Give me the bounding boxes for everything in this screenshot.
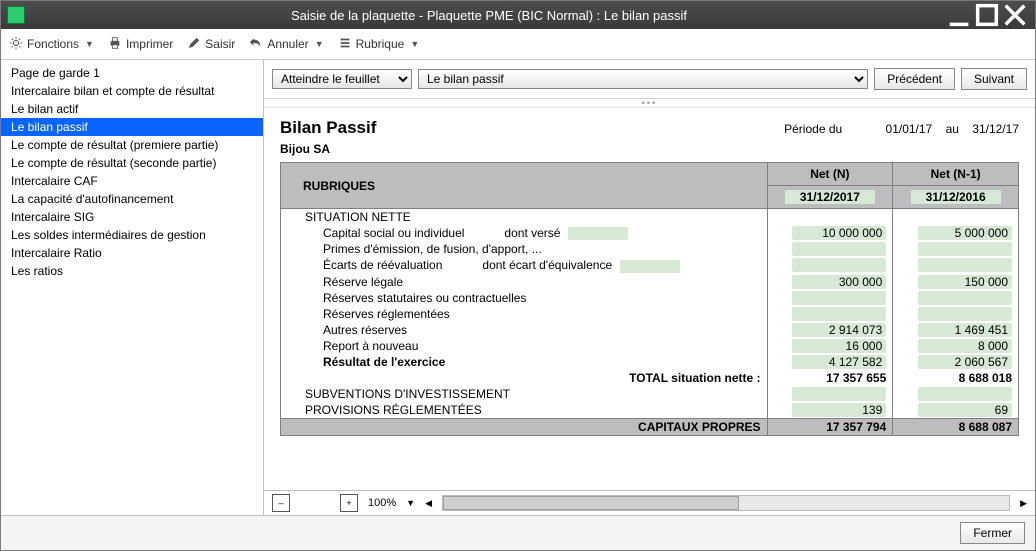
report-title: Bilan Passif (280, 118, 376, 138)
chevron-down-icon: ▼ (315, 39, 324, 49)
minimize-button[interactable] (945, 5, 973, 25)
table-row: PROVISIONS RÉGLEMENTÉES13969 (281, 402, 1019, 419)
document-viewport[interactable]: Bilan Passif Période du 01/01/17 au 31/1… (264, 108, 1035, 490)
table-row: SUBVENTIONS D'INVESTISSEMENT (281, 386, 1019, 402)
chevron-down-icon: ▼ (85, 39, 94, 49)
report-table: RUBRIQUES Net (N) Net (N-1) 31/12/2017 3… (280, 162, 1019, 436)
toolbar-fonctions-label: Fonctions (27, 37, 79, 51)
horizontal-scrollbar[interactable] (442, 495, 1010, 511)
undo-icon (249, 36, 263, 53)
table-row: Écarts de réévaluationdont écart d'équiv… (281, 257, 1019, 273)
zoom-in-icon[interactable]: + (340, 494, 358, 512)
sidebar-item[interactable]: Les soldes intermédiaires de gestion (1, 226, 263, 244)
toolbar-saisir[interactable]: Saisir (187, 36, 235, 53)
current-sheet-select[interactable]: Le bilan passif (418, 69, 868, 89)
table-row: Réserve légale300 000150 000 (281, 274, 1019, 290)
sidebar-item[interactable]: Intercalaire Ratio (1, 244, 263, 262)
goto-sheet-select[interactable]: Atteindre le feuillet (272, 69, 412, 89)
table-row: CAPITAUX PROPRES17 357 7948 688 087 (281, 418, 1019, 435)
sidebar-item[interactable]: Le bilan actif (1, 100, 263, 118)
next-button[interactable]: Suivant (961, 68, 1027, 90)
status-bar: – + 100% ▼ ◀ ▶ (264, 490, 1035, 515)
sidebar-item[interactable]: Intercalaire bilan et compte de résultat (1, 82, 263, 100)
maximize-button[interactable] (973, 5, 1001, 25)
close-button[interactable] (1001, 5, 1029, 25)
toolbar-fonctions[interactable]: Fonctions ▼ (9, 36, 94, 53)
sidebar[interactable]: Page de garde 1Intercalaire bilan et com… (1, 60, 264, 515)
table-row: Primes d'émission, de fusion, d'apport, … (281, 241, 1019, 257)
zoom-out-icon[interactable]: – (272, 494, 290, 512)
company-name: Bijou SA (280, 142, 1019, 156)
body: Page de garde 1Intercalaire bilan et com… (1, 60, 1035, 515)
sidebar-item[interactable]: Intercalaire CAF (1, 172, 263, 190)
toolbar-imprimer-label: Imprimer (126, 37, 173, 51)
splitter-grip[interactable]: ••• (264, 99, 1035, 108)
col-date-n1: 31/12/2016 (893, 186, 1019, 209)
toolbar-annuler[interactable]: Annuler ▼ (249, 36, 323, 53)
titlebar: Saisie de la plaquette - Plaquette PME (… (1, 1, 1035, 29)
chevron-down-icon: ▼ (410, 39, 419, 49)
table-row: SITUATION NETTE (281, 209, 1019, 226)
sidebar-item[interactable]: Le bilan passif (1, 118, 263, 136)
col-rubriques: RUBRIQUES (281, 163, 768, 209)
toolbar: Fonctions ▼ Imprimer Saisir Annuler ▼ Rubr… (1, 29, 1035, 60)
pencil-icon (187, 36, 201, 53)
table-row: Réserves réglementées (281, 306, 1019, 322)
toolbar-saisir-label: Saisir (205, 37, 235, 51)
list-icon (338, 36, 352, 53)
col-net-n1: Net (N-1) (893, 163, 1019, 186)
printer-icon (108, 36, 122, 53)
toolbar-rubrique-label: Rubrique (356, 37, 405, 51)
gear-icon (9, 36, 23, 53)
table-row: Autres réserves2 914 0731 469 451 (281, 322, 1019, 338)
scroll-right-icon[interactable]: ▶ (1020, 498, 1027, 509)
sidebar-item[interactable]: Le compte de résultat (premiere partie) (1, 136, 263, 154)
col-date-n: 31/12/2017 (767, 186, 893, 209)
table-row: Report à nouveau16 0008 000 (281, 338, 1019, 354)
toolbar-annuler-label: Annuler (267, 37, 308, 51)
scroll-left-icon[interactable]: ◀ (425, 498, 432, 509)
sheet-navbar: Atteindre le feuillet Le bilan passif Pr… (264, 60, 1035, 99)
prev-button[interactable]: Précédent (874, 68, 955, 90)
app-icon (7, 6, 25, 24)
sidebar-item[interactable]: Page de garde 1 (1, 64, 263, 82)
col-net-n: Net (N) (767, 163, 893, 186)
dialog-footer: Fermer (1, 515, 1035, 550)
table-row: TOTAL situation nette :17 357 6558 688 0… (281, 370, 1019, 386)
table-row: Résultat de l'exercice4 127 5822 060 567 (281, 354, 1019, 370)
close-dialog-button[interactable]: Fermer (960, 522, 1025, 544)
table-row: Réserves statutaires ou contractuelles (281, 290, 1019, 306)
app-window: Saisie de la plaquette - Plaquette PME (… (0, 0, 1036, 551)
table-row: Capital social ou individueldont versé10… (281, 225, 1019, 241)
sidebar-item[interactable]: Intercalaire SIG (1, 208, 263, 226)
main-pane: Atteindre le feuillet Le bilan passif Pr… (264, 60, 1035, 515)
zoom-level: 100% (368, 497, 396, 509)
toolbar-imprimer[interactable]: Imprimer (108, 36, 173, 53)
report-period: Période du 01/01/17 au 31/12/17 (774, 122, 1019, 136)
sidebar-item[interactable]: La capacité d'autofinancement (1, 190, 263, 208)
sidebar-item[interactable]: Le compte de résultat (seconde partie) (1, 154, 263, 172)
window-title: Saisie de la plaquette - Plaquette PME (… (33, 8, 945, 23)
sidebar-item[interactable]: Les ratios (1, 262, 263, 280)
chevron-down-icon[interactable]: ▼ (406, 498, 415, 508)
toolbar-rubrique[interactable]: Rubrique ▼ (338, 36, 420, 53)
